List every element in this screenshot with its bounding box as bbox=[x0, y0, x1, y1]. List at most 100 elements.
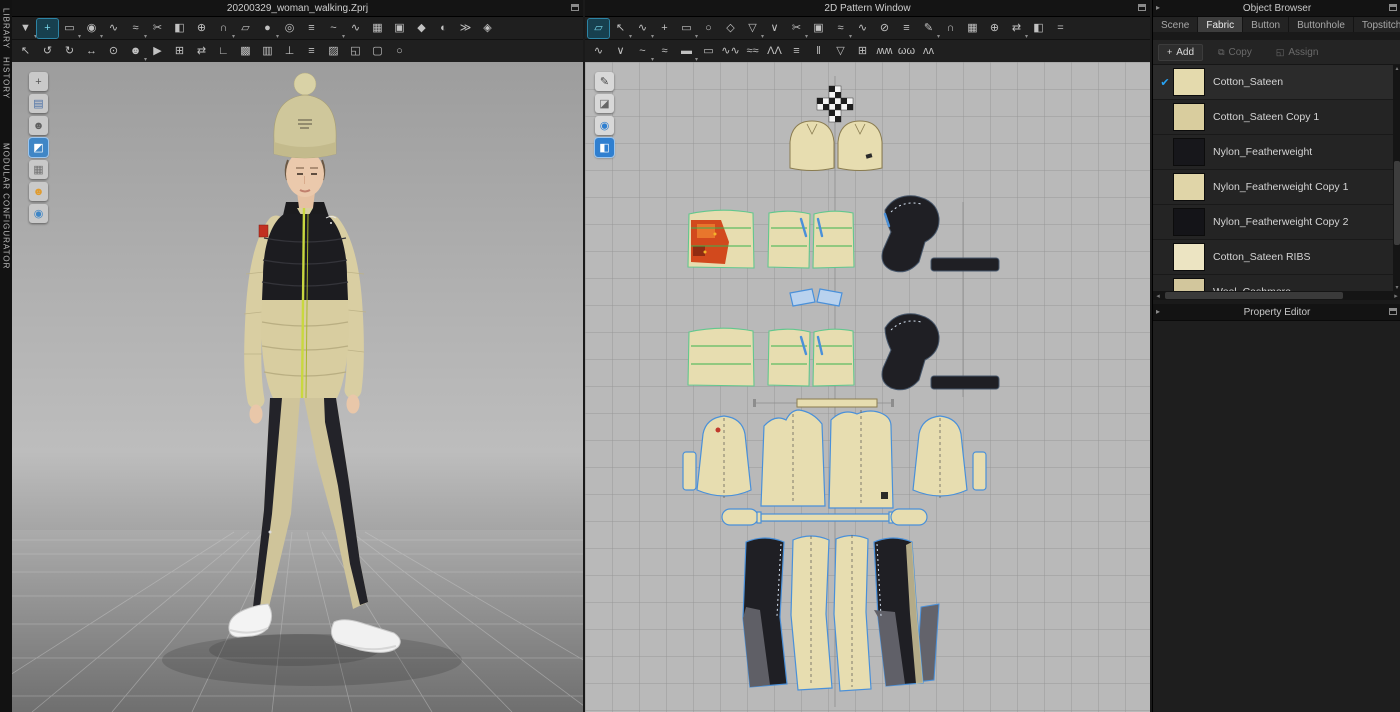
tool-dart-tool[interactable]: ▽ bbox=[830, 42, 851, 61]
fabric-row-cotton-sateen-ribs[interactable]: Cotton_Sateen RIBS bbox=[1153, 240, 1400, 275]
tool-pleat[interactable]: ΛΛ bbox=[764, 42, 785, 61]
tool-seam-taping[interactable]: ▬ bbox=[676, 42, 697, 61]
tool-symmetric-pattern[interactable]: ⇄ bbox=[1006, 19, 1027, 38]
view-tool-view-mode[interactable]: ▤ bbox=[29, 94, 48, 113]
collar-strip-front[interactable] bbox=[931, 258, 999, 271]
viewport-2d[interactable]: ✎◪◉◧ bbox=[585, 62, 1150, 712]
tool-show-notches[interactable]: ∨ bbox=[610, 42, 631, 61]
add-button[interactable]: +Add bbox=[1158, 44, 1203, 61]
view-tool-pattern-tool[interactable]: ◪ bbox=[595, 94, 614, 113]
vest-back-panel-3[interactable] bbox=[813, 329, 854, 386]
view-tool-gizmo-toggle[interactable]: + bbox=[29, 72, 48, 91]
collar-back[interactable] bbox=[882, 314, 939, 390]
tab-button[interactable]: Button bbox=[1243, 17, 1289, 32]
view-tool-avatar-fit[interactable]: ☻ bbox=[29, 182, 48, 201]
tool-section[interactable]: ▥ bbox=[257, 42, 278, 61]
tool-elastic[interactable]: ∿∿ bbox=[720, 42, 741, 61]
tool-trim[interactable]: ◆ bbox=[411, 19, 432, 38]
collapse-panel-icon[interactable]: ▸ bbox=[1156, 307, 1160, 316]
tool-puckering[interactable]: ∿ bbox=[345, 19, 366, 38]
tool-buttonhole[interactable]: ◎ bbox=[279, 19, 300, 38]
tool-free-sew[interactable]: ∿ bbox=[852, 19, 873, 38]
fabric-row-cotton-sateen-copy-1[interactable]: Cotton_Sateen Copy 1 bbox=[1153, 100, 1400, 135]
tool-add-point[interactable]: + bbox=[654, 19, 675, 38]
tool-reset-view[interactable]: ↻ bbox=[59, 42, 80, 61]
tool-transform-pattern[interactable]: ▱ bbox=[588, 19, 609, 38]
tool-edit-pattern[interactable]: ↖ bbox=[610, 19, 631, 38]
bodice-front[interactable] bbox=[761, 410, 825, 506]
tool-pattern-outline[interactable]: ⊞ bbox=[852, 42, 873, 61]
view-tool-info-display[interactable]: ◉ bbox=[595, 116, 614, 135]
scroll-down-icon[interactable]: ▾ bbox=[1393, 284, 1400, 291]
tab-fabric[interactable]: Fabric bbox=[1198, 17, 1243, 32]
scroll-left-icon[interactable]: ◂ bbox=[1153, 292, 1163, 300]
zipper-strip-right[interactable] bbox=[817, 289, 842, 306]
fabric-swatch[interactable] bbox=[1173, 138, 1205, 166]
rail-tab-history[interactable]: HISTORY bbox=[2, 57, 11, 99]
tool-sew-detach[interactable]: ✂ bbox=[147, 19, 168, 38]
pocket-left[interactable] bbox=[722, 509, 758, 525]
collar-strip-back[interactable] bbox=[931, 376, 999, 389]
fabric-swatch[interactable] bbox=[1173, 103, 1205, 131]
tool-strain-map[interactable]: ▨ bbox=[323, 42, 344, 61]
tool-topstitch[interactable]: ~ bbox=[323, 19, 344, 38]
tool-graphic[interactable]: ▣ bbox=[389, 19, 410, 38]
fabric-row-nylon-featherweight-copy-2[interactable]: Nylon_Featherweight Copy 2 bbox=[1153, 205, 1400, 240]
vest-back-panel-1[interactable] bbox=[688, 328, 754, 386]
scroll-up-icon[interactable]: ▴ bbox=[1393, 65, 1400, 72]
tab-scene[interactable]: Scene bbox=[1153, 17, 1198, 32]
tool-light[interactable]: ◐ bbox=[433, 19, 454, 38]
vest-front-panel-center[interactable] bbox=[768, 211, 810, 268]
view-tool-mesh-display[interactable]: ▦ bbox=[29, 160, 48, 179]
tool-piping[interactable]: ‖ bbox=[808, 42, 829, 61]
view-tool-garment-display[interactable]: ◩ bbox=[29, 138, 48, 157]
tool-binding[interactable]: ≡ bbox=[786, 42, 807, 61]
hscroll-thumb[interactable] bbox=[1165, 292, 1343, 299]
tool-fabric-texture[interactable]: ▦ bbox=[367, 19, 388, 38]
tool-measure[interactable]: ∩ bbox=[213, 19, 234, 38]
zipper-strip-left[interactable] bbox=[790, 289, 815, 306]
tool-button[interactable]: ● bbox=[257, 19, 278, 38]
sleeve-right[interactable] bbox=[913, 416, 967, 498]
fabric-list-vscrollbar[interactable]: ▴ ▾ bbox=[1393, 65, 1400, 291]
tool-flatten[interactable]: ▱ bbox=[235, 19, 256, 38]
bodice-back[interactable] bbox=[829, 410, 893, 508]
tool-select-pin[interactable]: ◉ bbox=[81, 19, 102, 38]
tool-shirring[interactable]: ≈≈ bbox=[742, 42, 763, 61]
fabric-list-hscrollbar[interactable]: ◂ ▸ bbox=[1153, 291, 1400, 300]
maximize-icon[interactable] bbox=[1389, 308, 1397, 315]
tool-align[interactable]: = bbox=[1050, 19, 1071, 38]
tool-notch[interactable]: ∨ bbox=[764, 19, 785, 38]
fabric-row-wool-cashmere[interactable]: Wool_Cashmere bbox=[1153, 275, 1400, 291]
tool-fusible[interactable]: ▭ bbox=[698, 42, 719, 61]
tool-texture-editor[interactable]: ▦ bbox=[962, 19, 983, 38]
tool-topstitch-segment[interactable]: ~ bbox=[632, 42, 653, 61]
fabric-row-cotton-sateen[interactable]: ✔ Cotton_Sateen bbox=[1153, 65, 1400, 100]
tool-sew-free[interactable]: ≈ bbox=[125, 19, 146, 38]
tool-snap[interactable]: ∟ bbox=[213, 42, 234, 61]
fabric-row-nylon-featherweight-copy-1[interactable]: Nylon_Featherweight Copy 1 bbox=[1153, 170, 1400, 205]
vest-front-print-panel[interactable] bbox=[688, 210, 754, 268]
tool-segment-sew[interactable]: ≈ bbox=[830, 19, 851, 38]
vest-back-panel-2[interactable] bbox=[768, 329, 810, 386]
pant-leg-1[interactable] bbox=[743, 538, 787, 687]
tab-buttonhole[interactable]: Buttonhole bbox=[1289, 17, 1354, 32]
tool-wind[interactable]: ≫ bbox=[455, 19, 476, 38]
tool-zoom-view[interactable]: ⊙ bbox=[103, 42, 124, 61]
tool-create-circle[interactable]: ○ bbox=[698, 19, 719, 38]
collar-front[interactable] bbox=[882, 196, 939, 272]
pant-leg-2[interactable] bbox=[791, 536, 832, 690]
view-tool-environment[interactable]: ◉ bbox=[29, 204, 48, 223]
tab-topstitch[interactable]: Topstitch bbox=[1354, 17, 1400, 32]
tool-rotate-view[interactable]: ↺ bbox=[37, 42, 58, 61]
sleeve-left[interactable] bbox=[697, 416, 751, 498]
tool-pan-view[interactable]: ↔ bbox=[81, 42, 102, 61]
tool-grading[interactable]: ≡ bbox=[896, 19, 917, 38]
tool-grid[interactable]: ▩ bbox=[235, 42, 256, 61]
tool-stitch-style-a[interactable]: ωω bbox=[896, 42, 917, 61]
view-tool-edit-tool[interactable]: ✎ bbox=[595, 72, 614, 91]
tool-fold-2d[interactable]: ◧ bbox=[1028, 19, 1049, 38]
fabric-swatch[interactable] bbox=[1173, 173, 1205, 201]
pocket-right[interactable] bbox=[891, 509, 927, 525]
fabric-list[interactable]: ▴ ▾ ✔ Cotton_Sateen Cotton_Sateen Copy 1… bbox=[1153, 65, 1400, 291]
